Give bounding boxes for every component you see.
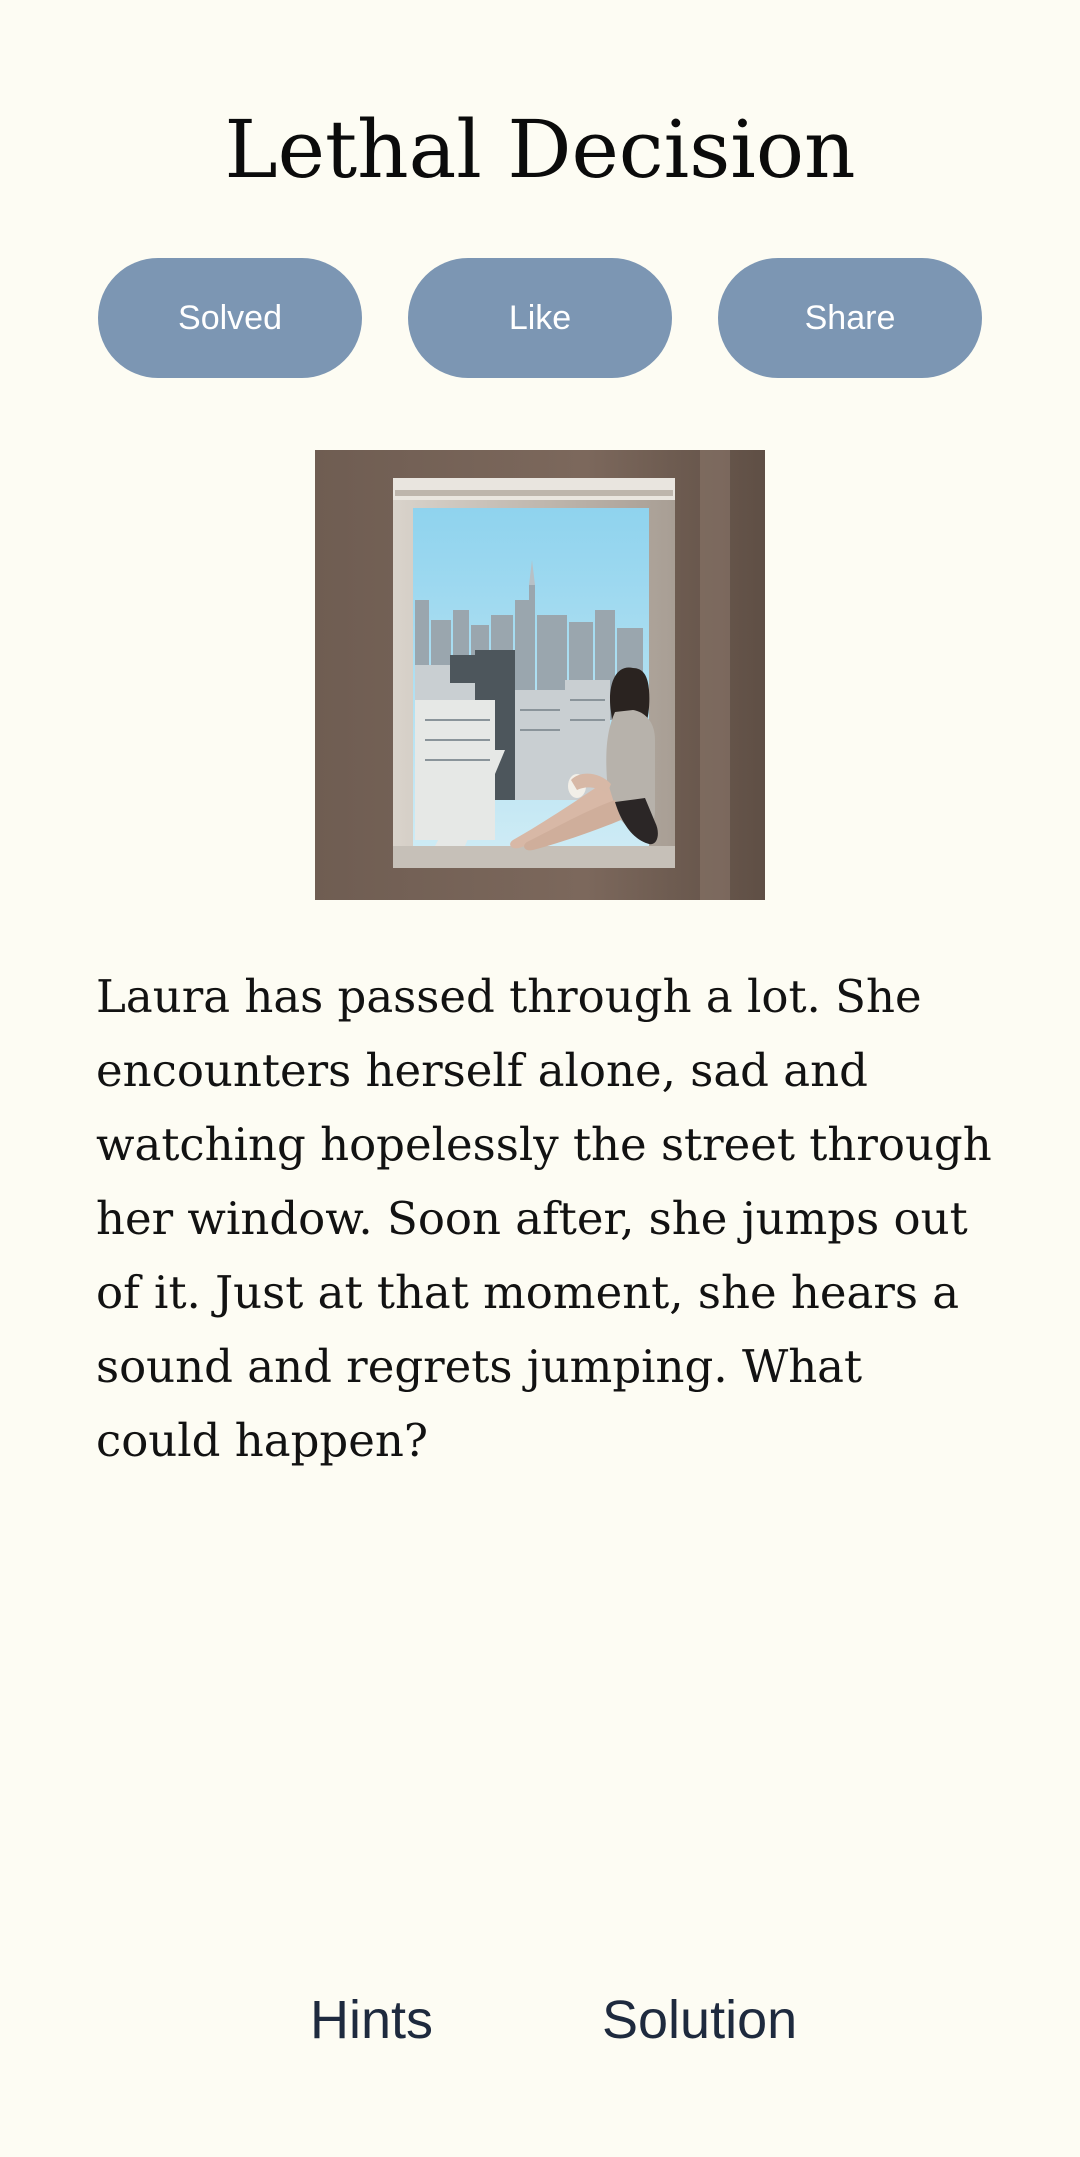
- action-buttons: Solved Like Share: [98, 258, 982, 378]
- puzzle-image: [315, 450, 765, 900]
- hints-button[interactable]: Hints: [310, 1985, 433, 2055]
- like-button[interactable]: Like: [408, 258, 672, 378]
- page-title: Lethal Decision: [224, 103, 856, 196]
- solved-button[interactable]: Solved: [98, 258, 362, 378]
- puzzle-story: Laura has passed through a lot. She enco…: [96, 970, 992, 1467]
- solution-button[interactable]: Solution: [602, 1985, 797, 2055]
- share-button[interactable]: Share: [718, 258, 982, 378]
